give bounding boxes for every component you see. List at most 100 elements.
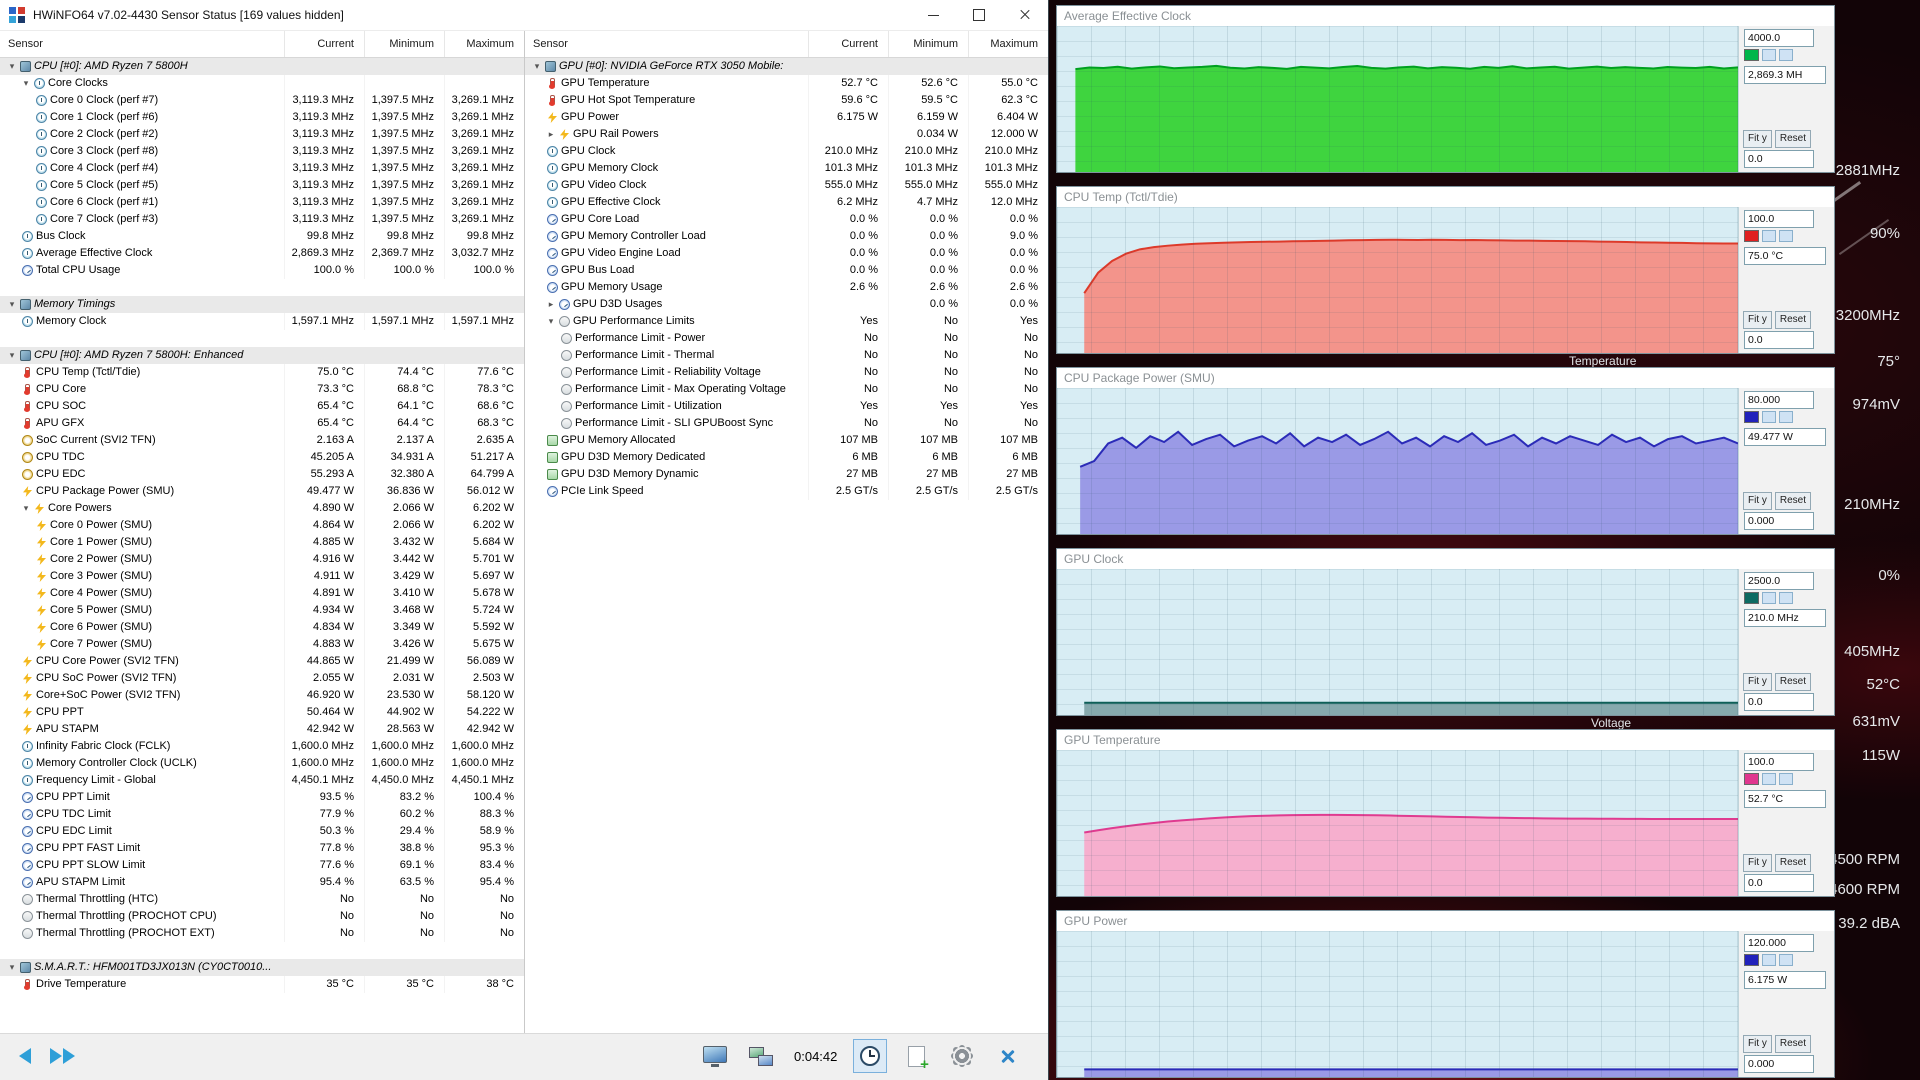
- sensor-row[interactable]: CPU PPT Limit93.5 %83.2 %100.4 %: [0, 789, 524, 806]
- reset-button[interactable]: Reset: [1775, 673, 1811, 691]
- sensor-row[interactable]: Average Effective Clock2,869.3 MHz2,369.…: [0, 245, 524, 262]
- sensor-group-header[interactable]: ▾CPU [#0]: AMD Ryzen 7 5800H: [0, 58, 524, 75]
- logging-button[interactable]: [899, 1039, 933, 1073]
- sensor-row[interactable]: SoC Current (SVI2 TFN)2.163 A2.137 A2.63…: [0, 432, 524, 449]
- series-color-swatch[interactable]: [1744, 954, 1759, 966]
- exit-button[interactable]: [991, 1039, 1025, 1073]
- fit-y-button[interactable]: Fit y: [1743, 311, 1772, 329]
- reset-button[interactable]: Reset: [1775, 311, 1811, 329]
- scale-min-input[interactable]: 0.0: [1744, 150, 1814, 168]
- panel-option-button[interactable]: [1762, 773, 1776, 785]
- col-current[interactable]: Current: [284, 31, 364, 57]
- sensor-row[interactable]: Memory Controller Clock (UCLK)1,600.0 MH…: [0, 755, 524, 772]
- panel-option-button[interactable]: [1779, 230, 1793, 242]
- minimize-button[interactable]: [910, 0, 956, 30]
- sensor-row[interactable]: ▸GPU Rail Powers0.034 W12.000 W: [525, 126, 1048, 143]
- sensor-row[interactable]: GPU Video Engine Load0.0 %0.0 %0.0 %: [525, 245, 1048, 262]
- scale-max-input[interactable]: 2500.0: [1744, 572, 1814, 590]
- fit-y-button[interactable]: Fit y: [1743, 492, 1772, 510]
- sensor-row[interactable]: Thermal Throttling (HTC)NoNoNo: [0, 891, 524, 908]
- titlebar[interactable]: HWiNFO64 v7.02-4430 Sensor Status [169 v…: [0, 0, 1048, 31]
- fit-y-button[interactable]: Fit y: [1743, 1035, 1772, 1053]
- scale-min-input[interactable]: 0.0: [1744, 693, 1814, 711]
- expand-icon[interactable]: ▸: [545, 126, 557, 143]
- collapse-icon[interactable]: ▾: [545, 313, 557, 330]
- series-color-swatch[interactable]: [1744, 230, 1759, 242]
- sensor-row[interactable]: Core 2 Power (SMU)4.916 W3.442 W5.701 W: [0, 551, 524, 568]
- sensor-row[interactable]: GPU D3D Memory Dedicated6 MB6 MB6 MB: [525, 449, 1048, 466]
- sensor-row[interactable]: GPU Hot Spot Temperature59.6 °C59.5 °C62…: [525, 92, 1048, 109]
- sensor-row[interactable]: GPU Temperature52.7 °C52.6 °C55.0 °C: [525, 75, 1048, 92]
- scale-max-input[interactable]: 100.0: [1744, 753, 1814, 771]
- sensor-row[interactable]: Core 5 Clock (perf #5)3,119.3 MHz1,397.5…: [0, 177, 524, 194]
- sensor-row[interactable]: CPU SOC65.4 °C64.1 °C68.6 °C: [0, 398, 524, 415]
- series-color-swatch[interactable]: [1744, 411, 1759, 423]
- sensor-row[interactable]: GPU Video Clock555.0 MHz555.0 MHz555.0 M…: [525, 177, 1048, 194]
- collapse-icon[interactable]: ▾: [6, 58, 18, 75]
- sensor-row[interactable]: Core 0 Clock (perf #7)3,119.3 MHz1,397.5…: [0, 92, 524, 109]
- close-button[interactable]: [1002, 0, 1048, 30]
- col-minimum[interactable]: Minimum: [364, 31, 444, 57]
- sensor-row[interactable]: GPU Bus Load0.0 %0.0 %0.0 %: [525, 262, 1048, 279]
- series-color-swatch[interactable]: [1744, 592, 1759, 604]
- next-sensor-button[interactable]: [48, 1041, 78, 1071]
- sensor-group-header[interactable]: ▾Memory Timings: [0, 296, 524, 313]
- remote-monitoring-button[interactable]: [744, 1039, 778, 1073]
- panel-option-button[interactable]: [1779, 773, 1793, 785]
- sensor-row[interactable]: GPU Memory Clock101.3 MHz101.3 MHz101.3 …: [525, 160, 1048, 177]
- panel-option-button[interactable]: [1779, 954, 1793, 966]
- panel-option-button[interactable]: [1762, 49, 1776, 61]
- sensor-row[interactable]: CPU TDC Limit77.9 %60.2 %88.3 %: [0, 806, 524, 823]
- sensor-row[interactable]: ▾Core Clocks: [0, 75, 524, 92]
- sensor-row[interactable]: CPU EDC55.293 A32.380 A64.799 A: [0, 466, 524, 483]
- panel-option-button[interactable]: [1762, 411, 1776, 423]
- panel-option-button[interactable]: [1762, 592, 1776, 604]
- scale-min-input[interactable]: 0.000: [1744, 512, 1814, 530]
- reset-button[interactable]: Reset: [1775, 854, 1811, 872]
- fit-y-button[interactable]: Fit y: [1743, 130, 1772, 148]
- panel-option-button[interactable]: [1762, 230, 1776, 242]
- sensor-row[interactable]: Total CPU Usage100.0 %100.0 %100.0 %: [0, 262, 524, 279]
- series-color-swatch[interactable]: [1744, 49, 1759, 61]
- sensor-row[interactable]: CPU Core Power (SVI2 TFN)44.865 W21.499 …: [0, 653, 524, 670]
- collapse-icon[interactable]: ▾: [20, 500, 32, 517]
- sensor-row[interactable]: Core 3 Power (SMU)4.911 W3.429 W5.697 W: [0, 568, 524, 585]
- sensor-row[interactable]: Core 4 Power (SMU)4.891 W3.410 W5.678 W: [0, 585, 524, 602]
- sensor-row[interactable]: CPU Core73.3 °C68.8 °C78.3 °C: [0, 381, 524, 398]
- sensor-row[interactable]: Performance Limit - ThermalNoNoNo: [525, 347, 1048, 364]
- sensor-row[interactable]: Performance Limit - PowerNoNoNo: [525, 330, 1048, 347]
- sensor-row[interactable]: Core 2 Clock (perf #2)3,119.3 MHz1,397.5…: [0, 126, 524, 143]
- sensor-row[interactable]: GPU Effective Clock6.2 MHz4.7 MHz12.0 MH…: [525, 194, 1048, 211]
- sensor-row[interactable]: GPU Power6.175 W6.159 W6.404 W: [525, 109, 1048, 126]
- sensor-row[interactable]: ▸GPU D3D Usages0.0 %0.0 %: [525, 296, 1048, 313]
- reset-button[interactable]: Reset: [1775, 130, 1811, 148]
- prev-sensor-button[interactable]: [10, 1041, 40, 1071]
- scale-max-input[interactable]: 80.000: [1744, 391, 1814, 409]
- series-color-swatch[interactable]: [1744, 773, 1759, 785]
- col-sensor[interactable]: Sensor: [525, 31, 808, 57]
- sensor-row[interactable]: Core 3 Clock (perf #8)3,119.3 MHz1,397.5…: [0, 143, 524, 160]
- sensor-row[interactable]: CPU Package Power (SMU)49.477 W36.836 W5…: [0, 483, 524, 500]
- sensor-row[interactable]: APU STAPM42.942 W28.563 W42.942 W: [0, 721, 524, 738]
- collapse-icon[interactable]: ▾: [6, 296, 18, 313]
- sensor-row[interactable]: Thermal Throttling (PROCHOT EXT)NoNoNo: [0, 925, 524, 942]
- sensor-row[interactable]: Core 1 Clock (perf #6)3,119.3 MHz1,397.5…: [0, 109, 524, 126]
- panel-option-button[interactable]: [1779, 592, 1793, 604]
- panel-option-button[interactable]: [1762, 954, 1776, 966]
- col-sensor[interactable]: Sensor: [0, 31, 284, 57]
- sensor-group-header[interactable]: ▾S.M.A.R.T.: HFM001TD3JX013N (CY0CT0010.…: [0, 959, 524, 976]
- col-minimum[interactable]: Minimum: [888, 31, 968, 57]
- scale-min-input[interactable]: 0.0: [1744, 331, 1814, 349]
- sensor-row[interactable]: Core 7 Clock (perf #3)3,119.3 MHz1,397.5…: [0, 211, 524, 228]
- sensor-row[interactable]: Core 1 Power (SMU)4.885 W3.432 W5.684 W: [0, 534, 524, 551]
- maximize-button[interactable]: [956, 0, 1002, 30]
- sensor-row[interactable]: Drive Temperature35 °C35 °C38 °C: [0, 976, 524, 993]
- sensor-group-header[interactable]: ▾GPU [#0]: NVIDIA GeForce RTX 3050 Mobil…: [525, 58, 1048, 75]
- reset-clock-button[interactable]: [853, 1039, 887, 1073]
- sensor-row[interactable]: CPU PPT FAST Limit77.8 %38.8 %95.3 %: [0, 840, 524, 857]
- col-current[interactable]: Current: [808, 31, 888, 57]
- reset-button[interactable]: Reset: [1775, 1035, 1811, 1053]
- system-summary-button[interactable]: [698, 1039, 732, 1073]
- sensor-row[interactable]: APU GFX65.4 °C64.4 °C68.3 °C: [0, 415, 524, 432]
- col-maximum[interactable]: Maximum: [444, 31, 524, 57]
